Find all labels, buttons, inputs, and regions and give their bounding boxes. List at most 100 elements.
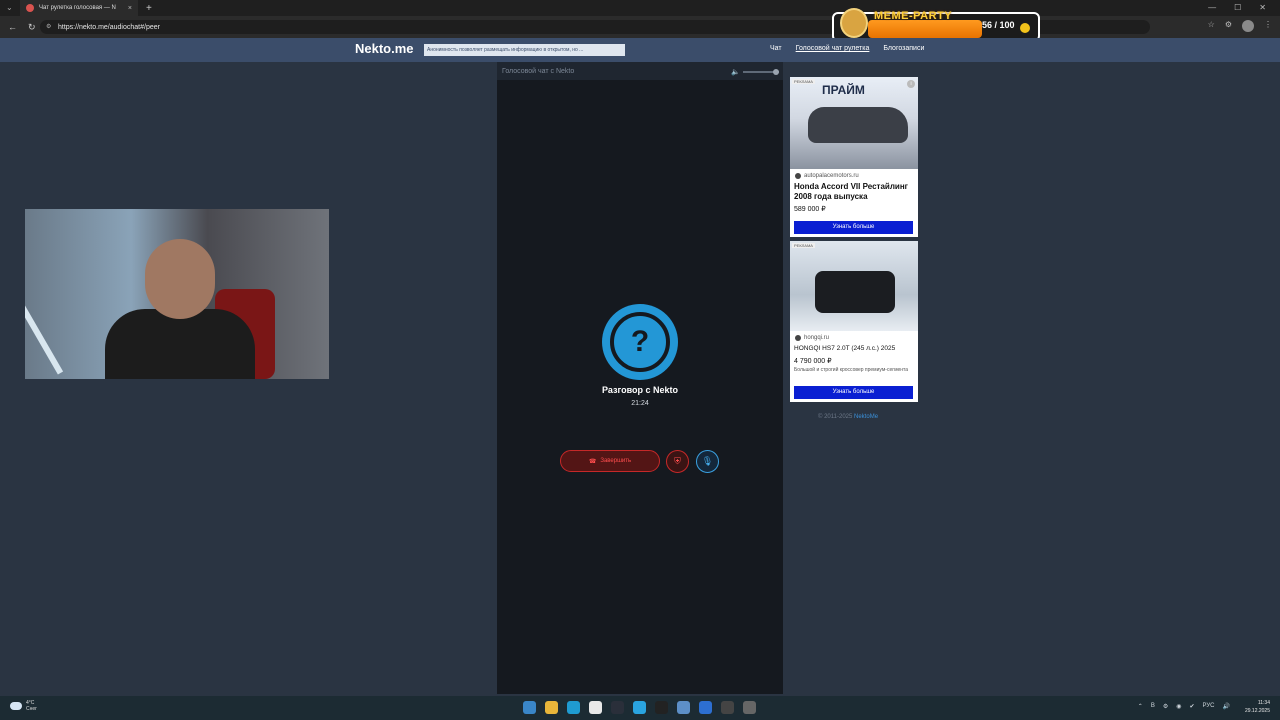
ad-cta-button[interactable]: Узнать больше [794,221,913,234]
obs-icon[interactable] [655,701,668,714]
tray-chevron-icon[interactable]: ⌃ [1138,703,1143,710]
clock-date: 29.12.2025 [1244,708,1270,714]
tab-title: Чат рулетка голосовая — N [39,5,116,11]
volume-icon[interactable]: 🔈 [731,68,740,76]
maximize-icon[interactable]: ☐ [1234,0,1241,16]
ad-domain-text: hongqi.ru [804,335,830,341]
end-call-button[interactable]: ☎ Завершить [560,450,660,472]
system-tray: ⌃ B ⚙ ◉ ✔ РУС 🔊 [1138,703,1230,710]
conversation-title: Разговор с Nekto [601,385,679,395]
voice-chat-panel: Голосовой чат с Nekto 🔈 ? Разговор с Nek… [497,62,783,694]
lamp-shape [25,293,64,375]
tray-icon-1[interactable]: B [1151,703,1155,710]
ad-brand: ПРАЙМ [822,83,865,97]
coin-icon [1020,23,1030,33]
webcam-feed [25,209,329,379]
bookmark-icon[interactable]: ☆ [1208,20,1215,32]
weather-widget[interactable]: 4°C Снег [10,700,37,712]
ad-tag: РЕКЛАМА [792,243,815,248]
taskbar-apps [523,701,756,714]
minimize-icon[interactable]: — [1208,0,1216,16]
menu-icon[interactable]: ⋮ [1264,20,1272,32]
telegram-icon[interactable] [633,701,646,714]
tab-favicon-icon [26,4,34,12]
weather-desc: Снег [26,706,37,712]
domain-icon [795,335,801,341]
anonymity-notice: Анонимность позволяет размещать информац… [424,44,625,56]
ad-cta-button[interactable]: Узнать больше [794,386,913,399]
ad-price: 4 790 000 ₽ [794,358,832,365]
browser-tab[interactable]: Чат рулетка голосовая — N × [20,0,138,16]
shield-icon: ⛨ [674,456,681,466]
ad-headline[interactable]: Honda Accord VII Рестайлинг 2008 года вы… [790,179,918,202]
site-nav: Чат Голосовой чат рулетка Блогозаписи [770,45,924,52]
steam-icon[interactable] [611,701,624,714]
hangup-icon: ☎ [588,458,597,465]
close-window-icon[interactable]: ✕ [1259,0,1266,16]
file-explorer-icon[interactable] [545,701,558,714]
meme-progress-bar [868,20,982,38]
report-button[interactable]: ⛨ [666,450,689,473]
tray-icon-2[interactable]: ⚙ [1163,703,1168,710]
nav-chat[interactable]: Чат [770,45,782,52]
yandex-icon[interactable] [589,701,602,714]
microphone-button[interactable]: 🎙 [696,450,719,473]
person-body-shape [105,309,255,379]
avatar[interactable] [1242,20,1254,32]
copyright: © 2011-2025 NektoMe [818,414,878,420]
address-bar-row: ← ↻ ⚙ https://nekto.me/audiochat#/peer ☆… [0,16,1280,38]
extensions-icon[interactable]: ⚙ [1225,20,1232,32]
site-header: Nekto.me Анонимность позволяет размещать… [0,38,1280,62]
site-logo[interactable]: Nekto.me [355,41,414,56]
nav-blog[interactable]: Блогозаписи [883,45,924,52]
taskbar: 4°C Снег ⌃ B ⚙ ◉ ✔ РУС 🔊 11:34 29.12.202… [0,696,1280,720]
clock[interactable]: 11:34 29.12.2025 [1245,699,1270,715]
person-head-shape [145,239,215,319]
car-image-shape [808,107,908,143]
ad-domain-text: autopalacemotors.ru [804,173,859,179]
app2-icon[interactable] [699,701,712,714]
app-icon[interactable] [677,701,690,714]
site-info-icon[interactable]: ⚙ [46,23,51,30]
windows-start-icon[interactable] [523,701,536,714]
cloud-icon [10,702,22,710]
ad-domain: autopalacemotors.ru [790,169,918,179]
volume-tray-icon[interactable]: 🔊 [1223,703,1230,710]
app3-icon[interactable] [721,701,734,714]
settings-icon[interactable] [743,701,756,714]
clock-time: 11:34 [1257,700,1270,706]
ad-description: Большой и строгий кроссовер премиум-сегм… [794,367,909,373]
ad-domain: hongqi.ru [790,331,918,341]
ad-image[interactable]: РЕКЛАМА [790,241,918,331]
question-mark: ? [610,312,670,372]
tab-close-icon[interactable]: × [128,5,132,12]
browser-toolbar-icons: ☆ ⚙ ⋮ [1208,20,1272,32]
end-call-label: Завершить [600,458,632,464]
language-indicator[interactable]: РУС [1203,703,1215,710]
new-tab-button[interactable]: + [146,3,152,14]
meme-counter: 56 / 100 [982,20,1015,30]
tab-menu-icon[interactable]: ⌄ [6,3,13,12]
car-image-shape [815,271,895,313]
ad-image[interactable]: РЕКЛАМА i ПРАЙМ [790,77,918,169]
ad-card-honda[interactable]: РЕКЛАМА i ПРАЙМ autopalacemotors.ru Hond… [790,77,918,237]
ad-tag: РЕКЛАМА [792,79,815,84]
ad-headline[interactable]: HONGQI HS7 2.0T (245 л.с.) 2025 [790,341,918,354]
nav-voice-chat[interactable]: Голосовой чат рулетка [796,45,870,52]
ad-info-icon[interactable]: i [907,80,915,88]
reload-icon[interactable]: ↻ [28,22,40,33]
voice-chat-header-title: Голосовой чат с Nekto [502,67,575,75]
meme-title: MEME-PARTY [874,10,953,22]
domain-icon [795,173,801,179]
browser-tabbar: ⌄ Чат рулетка голосовая — N × + — ☐ ✕ [0,0,1280,16]
back-icon[interactable]: ← [8,22,20,32]
volume-control[interactable]: 🔈 [731,68,779,76]
tray-icon-4[interactable]: ✔ [1189,703,1194,710]
copyright-link[interactable]: NektoMe [854,414,878,420]
url-text: https://nekto.me/audiochat#/peer [58,23,160,31]
call-timer: 21:24 [631,400,649,407]
ad-card-hongqi[interactable]: РЕКЛАМА hongqi.ru HONGQI HS7 2.0T (245 л… [790,241,918,402]
volume-slider[interactable] [743,69,779,75]
tray-icon-3[interactable]: ◉ [1176,703,1181,710]
edge-icon[interactable] [567,701,580,714]
